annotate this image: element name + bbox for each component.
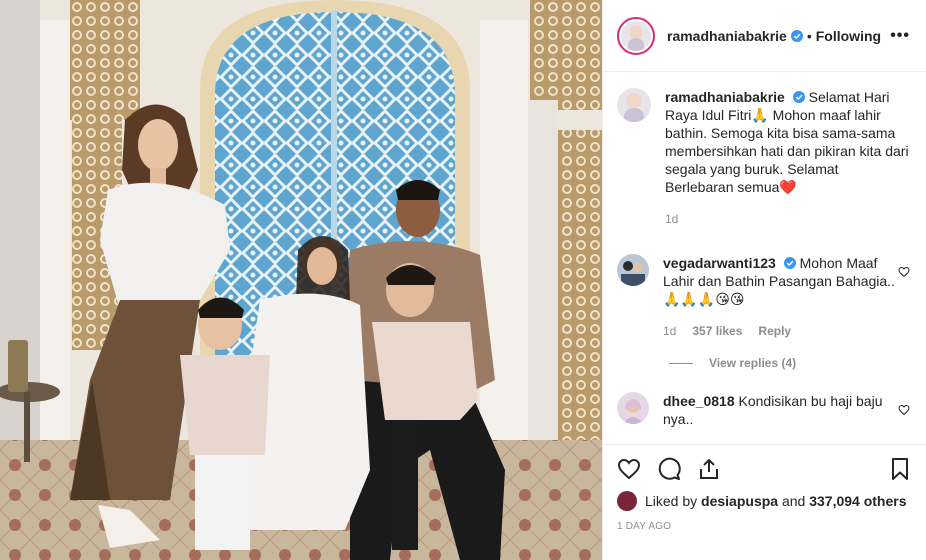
comments-section[interactable]: ramadhaniabakrie Selamat Hari Raya Idul … (603, 72, 926, 444)
bookmark-icon[interactable] (888, 457, 912, 481)
commenter-avatar-image (617, 392, 649, 424)
comment-item: dhee_0818 Kondisikan bu haji baju nya.. (617, 392, 910, 428)
liked-by-connector: and (781, 493, 806, 509)
reply-button[interactable]: Reply (758, 322, 791, 340)
post-side-panel: ramadhaniabakrie • Following ••• ramadha… (602, 0, 926, 560)
comment-heart-icon[interactable] (898, 266, 910, 278)
likes-summary: Liked by desiapuspa and 337,094 others (617, 491, 912, 511)
comment-meta: 1d 357 likes Reply (663, 322, 898, 340)
comment-username[interactable]: dhee_0818 (663, 393, 735, 409)
instagram-post: ramadhaniabakrie • Following ••• ramadha… (0, 0, 926, 560)
view-replies-button[interactable]: View replies (4) (669, 356, 910, 370)
verified-icon (792, 91, 805, 103)
post-actions: Liked by desiapuspa and 337,094 others 1… (603, 444, 926, 560)
family-photo-illustration (0, 0, 602, 560)
verified-icon (790, 29, 803, 42)
comment-icon[interactable] (657, 457, 681, 481)
caption-meta: 1d (665, 210, 910, 228)
share-icon[interactable] (697, 457, 721, 481)
comment-username[interactable]: vegadarwanti123 (663, 255, 776, 271)
commenter-avatar-image (617, 254, 649, 286)
heart-icon[interactable] (617, 457, 641, 481)
comment-body: vegadarwanti123 Mohon Maaf Lahir dan Bat… (663, 254, 898, 340)
caption-avatar-image (617, 88, 651, 122)
following-button[interactable]: Following (816, 28, 881, 44)
commenter-avatar[interactable] (617, 254, 649, 286)
caption-username[interactable]: ramadhaniabakrie (665, 89, 785, 105)
header-separator: • (806, 27, 812, 44)
more-icon[interactable]: ••• (890, 27, 910, 45)
caption-avatar[interactable] (617, 88, 651, 122)
comment-body: dhee_0818 Kondisikan bu haji baju nya.. (663, 392, 898, 428)
author-avatar-image (621, 20, 651, 51)
post-header: ramadhaniabakrie • Following ••• (603, 0, 926, 72)
action-icons (617, 455, 912, 483)
author-username[interactable]: ramadhaniabakrie (667, 28, 787, 44)
comment-item: vegadarwanti123 Mohon Maaf Lahir dan Bat… (617, 254, 910, 340)
comment-heart-icon[interactable] (898, 404, 910, 416)
author-avatar[interactable] (617, 16, 655, 55)
comment-age[interactable]: 1d (663, 322, 676, 340)
post-photo[interactable] (0, 0, 602, 560)
liker-avatar[interactable] (617, 491, 637, 511)
verified-icon (783, 257, 796, 269)
liked-by-prefix: Liked by (645, 493, 698, 509)
liked-by-others[interactable]: 337,094 others (809, 493, 906, 509)
liked-by-user[interactable]: desiapuspa (701, 493, 778, 509)
comment-likes[interactable]: 357 likes (692, 322, 742, 340)
commenter-avatar[interactable] (617, 392, 649, 424)
caption-body: ramadhaniabakrie Selamat Hari Raya Idul … (665, 88, 910, 228)
caption: ramadhaniabakrie Selamat Hari Raya Idul … (617, 88, 910, 228)
caption-age[interactable]: 1d (665, 210, 678, 228)
post-timestamp[interactable]: 1 DAY AGO (617, 521, 912, 532)
